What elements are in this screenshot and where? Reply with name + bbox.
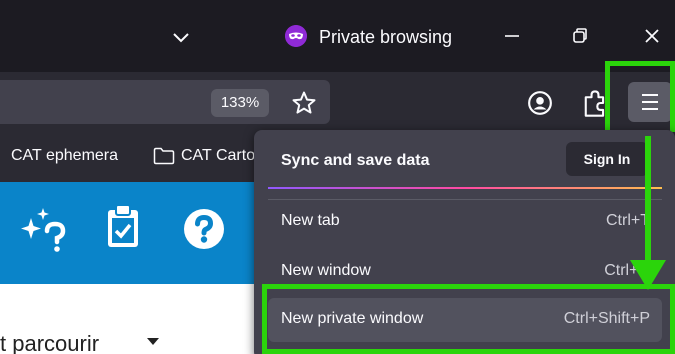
bookmark-folder[interactable]: CAT Carto [181, 147, 255, 165]
account-icon[interactable] [527, 90, 553, 116]
menu-button-highlight [605, 61, 675, 137]
zoom-level-button[interactable]: 133% [211, 89, 269, 117]
sparkle-question-icon[interactable] [17, 204, 71, 254]
restore-icon[interactable] [568, 24, 592, 48]
menu-item-label: New tab [281, 212, 340, 229]
close-icon[interactable] [640, 24, 664, 48]
private-window-highlight [262, 284, 675, 354]
bookmark-item[interactable]: CAT ephemera [11, 147, 118, 165]
chevron-down-icon[interactable] [170, 26, 192, 48]
sync-title[interactable]: Sync and save data [281, 152, 430, 170]
folder-icon [153, 147, 175, 165]
private-browsing-label: Private browsing [319, 27, 453, 47]
sync-gradient-divider [268, 187, 662, 189]
private-mask-icon [285, 25, 307, 47]
caret-down-icon[interactable] [147, 338, 159, 346]
navigation-toolbar: 133% [0, 72, 675, 132]
title-bar: Private browsing [0, 0, 675, 72]
clipboard-check-icon[interactable] [106, 203, 140, 249]
menu-item-label: New window [281, 262, 371, 279]
pointer-arrow-icon [630, 136, 666, 290]
app-menu-panel: Sync and save data Sign In New tab Ctrl+… [254, 130, 675, 354]
address-bar[interactable] [0, 80, 330, 124]
help-icon[interactable] [183, 208, 225, 250]
star-icon[interactable] [290, 89, 318, 117]
menu-item-new-tab[interactable]: New tab Ctrl+T [268, 200, 662, 244]
minimize-icon[interactable] [500, 24, 524, 48]
browse-menu-label[interactable]: t parcourir [0, 331, 99, 354]
